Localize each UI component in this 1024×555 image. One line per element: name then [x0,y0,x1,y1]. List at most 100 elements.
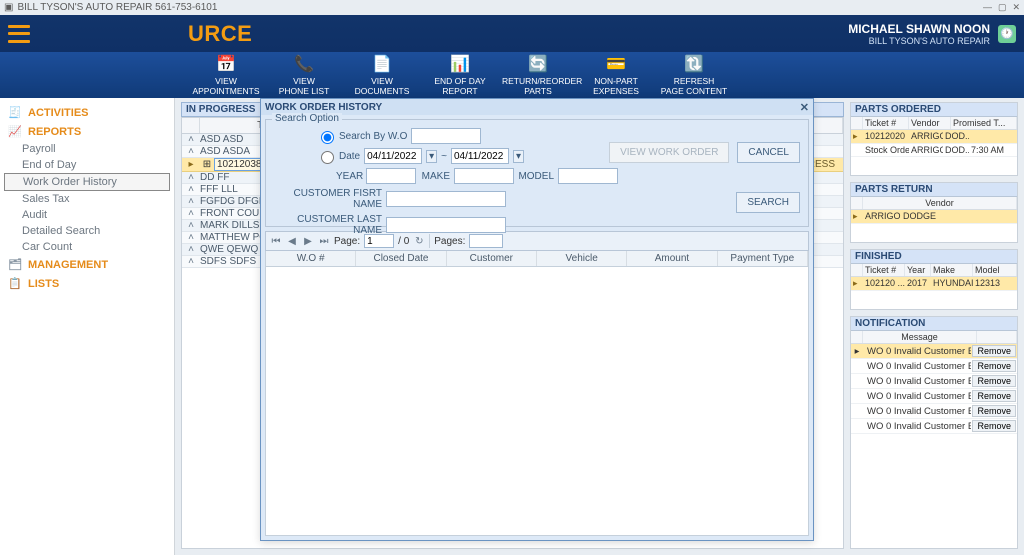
col-header[interactable]: W.O # [266,251,356,266]
date-to-input[interactable] [451,148,509,164]
search-option-box: Search Option Search By W.O Date ▾ ~ ▾ [265,119,809,227]
collapse-icon[interactable]: ˄ [182,184,200,195]
parts-return-panel: PARTS RETURN Vendor ▸ARRIGO DODGE [850,182,1018,243]
notification-row[interactable]: WO 0 Invalid Customer EmailRemove [851,389,1017,404]
sidebar-section-reports[interactable]: 📈REPORTS [4,122,170,141]
notification-row[interactable]: WO 0 Invalid Customer EmailRemove [851,374,1017,389]
collapse-icon[interactable]: ˄ [182,134,200,145]
maximize-icon[interactable]: ▢ [998,2,1007,13]
col-header[interactable]: Vendor [909,117,951,129]
panel-title: FINISHED [851,250,1017,264]
notification-row[interactable]: WO 0 Invalid Customer EmailRemove [851,404,1017,419]
sidebar-item-car-count[interactable]: Car Count [4,239,170,255]
dialog-title: WORK ORDER HISTORY [265,102,382,113]
collapse-icon[interactable]: ˄ [182,256,200,267]
col-header[interactable]: Year [905,264,931,276]
remove-button[interactable]: Remove [972,390,1016,402]
col-header[interactable]: Vendor [863,197,1017,209]
notification-row[interactable]: WO 0 Invalid Customer EmailRemove [851,359,1017,374]
make-input[interactable] [454,168,514,184]
sidebar-item-payroll[interactable]: Payroll [4,141,170,157]
close-icon[interactable]: ✕ [1012,2,1020,13]
sidebar-item-work-order-history[interactable]: Work Order History [4,173,170,191]
sidebar-item-end-of-day[interactable]: End of Day [4,157,170,173]
tool-view-documents[interactable]: 📄VIEWDOCUMENTS [346,54,418,96]
col-header[interactable]: Customer [447,251,537,266]
dialog-close-icon[interactable]: ✕ [800,101,809,114]
tool-view-phone-list[interactable]: 📞VIEWPHONE LIST [268,54,340,96]
table-row[interactable]: ▸ARRIGO DODGE [851,210,1017,224]
remove-button[interactable]: Remove [972,360,1016,372]
tool-end-of-day-report[interactable]: 📊END OF DAYREPORT [424,54,496,96]
panel-title: PARTS ORDERED [851,103,1017,117]
col-header[interactable]: Make [931,264,973,276]
col-header[interactable]: Amount [627,251,717,266]
window-buttons: — ▢ ✕ [983,2,1020,13]
sidebar-section-activities[interactable]: 🧾ACTIVITIES [4,103,170,122]
window-titlebar: ▣ BILL TYSON'S AUTO REPAIR 561-753-6101 … [0,0,1024,15]
date-from-input[interactable] [364,148,422,164]
search-button[interactable]: SEARCH [736,192,800,213]
calendar-icon: 📅 [190,55,262,75]
refresh-icon: 🔃 [658,55,730,75]
table-row[interactable]: ▸ 10212020 ARRIGO DOD... [851,130,1017,144]
sidebar-item-sales-tax[interactable]: Sales Tax [4,191,170,207]
remove-button[interactable]: Remove [972,345,1016,357]
col-header[interactable]: Ticket # [863,117,909,129]
remove-button[interactable]: Remove [972,375,1016,387]
col-header[interactable]: Message [863,331,977,343]
tool-return-reorder-parts[interactable]: 🔄RETURN/REORDERPARTS [502,54,574,96]
radio-date[interactable] [321,151,334,164]
model-input[interactable] [558,168,618,184]
phone-icon: 📞 [268,55,340,75]
sidebar-section-lists[interactable]: 📋LISTS [4,274,170,293]
col-header[interactable]: Ticket # [863,264,905,276]
collapse-icon[interactable]: ˄ [182,220,200,231]
tool-view-appointments[interactable]: 📅VIEWAPPOINTMENTS [190,54,262,96]
dialog-title-bar[interactable]: WORK ORDER HISTORY ✕ [261,99,813,115]
app-logo: URCE [188,21,252,47]
col-header[interactable]: Promised T... [951,117,1017,129]
table-row[interactable]: ▸ 102120 ... 2017 HYUNDAI 12313 [851,277,1017,291]
tool-non-part-expenses[interactable]: 💳NON-PARTEXPENSES [580,54,652,96]
top-ribbon: URCE MICHAEL SHAWN NOON BILL TYSON'S AUT… [0,15,1024,52]
notification-row[interactable]: ▸WO 0 Invalid Customer EmailRemove [851,344,1017,359]
col-header[interactable]: Payment Type [718,251,808,266]
last-name-input[interactable] [386,217,506,233]
collapse-icon[interactable]: ˄ [182,196,200,207]
search-legend: Search Option [272,113,342,124]
collapse-icon[interactable]: ˄ [182,244,200,255]
first-name-input[interactable] [386,191,506,207]
collapse-icon[interactable]: ˄ [182,172,200,183]
sidebar-item-audit[interactable]: Audit [4,207,170,223]
cancel-button[interactable]: CANCEL [737,142,800,163]
dropdown-icon[interactable]: ▾ [513,150,524,163]
table-row[interactable]: Stock Order ARRIGO DOD... 7:30 AM [851,144,1017,157]
tool-refresh-page[interactable]: 🔃REFRESHPAGE CONTENT [658,54,730,96]
wo-input[interactable] [411,128,481,144]
sidebar-item-detailed-search[interactable]: Detailed Search [4,223,170,239]
management-icon: 🗂 [8,258,22,271]
expand-icon[interactable]: ⊞ [200,159,214,170]
user-name: MICHAEL SHAWN NOON [848,22,990,36]
collapse-icon[interactable]: ˄ [182,146,200,157]
remove-button[interactable]: Remove [972,405,1016,417]
work-order-history-dialog: WORK ORDER HISTORY ✕ Search Option Searc… [260,98,814,541]
notification-panel: NOTIFICATION Message ▸WO 0 Invalid Custo… [850,316,1018,549]
dropdown-icon[interactable]: ▾ [426,150,437,163]
col-header[interactable]: Model [973,264,1017,276]
report-icon: 📊 [424,55,496,75]
col-header[interactable]: Vehicle [537,251,627,266]
clock-icon[interactable]: 🕐 [998,25,1016,43]
collapse-icon[interactable]: ˄ [182,232,200,243]
remove-button[interactable]: Remove [972,420,1016,432]
year-input[interactable] [366,168,416,184]
hamburger-icon[interactable] [8,25,30,43]
collapse-icon[interactable]: ˄ [182,208,200,219]
notification-row[interactable]: WO 0 Invalid Customer EmailRemove [851,419,1017,434]
sidebar-section-management[interactable]: 🗂MANAGEMENT [4,255,170,274]
radio-search-by-wo[interactable] [321,131,334,144]
finished-panel: FINISHED Ticket # Year Make Model ▸ 1021… [850,249,1018,310]
minimize-icon[interactable]: — [983,2,992,13]
col-header[interactable]: Closed Date [356,251,446,266]
